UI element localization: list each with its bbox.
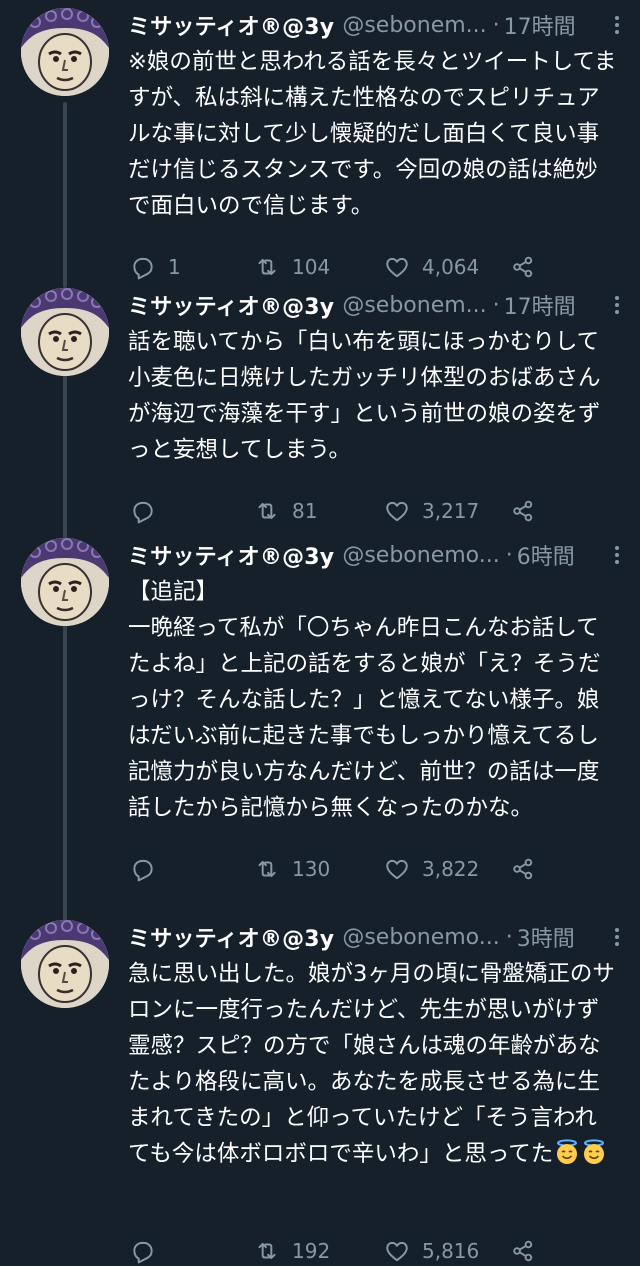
heart-icon (386, 1241, 408, 1262)
reply-icon (133, 859, 153, 882)
user-handle[interactable]: @sebonemo... (342, 543, 499, 568)
reply-button[interactable]: 1 (130, 252, 181, 282)
retweet-icon (258, 860, 276, 878)
tweet-header: ミサッティオ®@3y @sebonem... · 17時間 (128, 8, 628, 42)
heart-icon (386, 257, 408, 278)
reply-button[interactable] (130, 854, 168, 884)
avatar[interactable] (21, 538, 109, 626)
more-icon[interactable] (606, 544, 628, 566)
thread-line (63, 102, 67, 288)
retweet-count: 104 (292, 255, 331, 279)
thread-line (63, 604, 67, 922)
tweet-text: 【追記】 一晩経って私が「〇ちゃん昨日こんなお話してたよね」と上記の話をすると娘… (128, 574, 618, 826)
retweet-icon (258, 258, 276, 276)
like-button[interactable]: 3,217 (384, 496, 479, 526)
tweet-header: ミサッティオ®@3y @sebonemo... · 6時間 (128, 538, 628, 572)
display-name[interactable]: ミサッティオ®@3y (128, 539, 334, 571)
avatar[interactable] (21, 288, 109, 376)
share-icon (513, 1240, 533, 1262)
retweet-button[interactable]: 104 (254, 252, 330, 282)
tweet-header: ミサッティオ®@3y @sebonem... · 17時間 (128, 288, 628, 322)
retweet-button[interactable]: 130 (254, 854, 330, 884)
like-count: 5,816 (422, 1239, 480, 1263)
share-icon (513, 256, 533, 278)
thread-line (63, 352, 67, 540)
tweet-text: 急に思い出した。娘が3ヶ月の頃に骨盤矯正のサロンに一度行ったんだけど、先生が思い… (128, 956, 618, 1172)
tweet-actions: 130 3,822 (130, 854, 550, 884)
halo-smile-emoji-icon (557, 1139, 578, 1164)
separator-dot: · (505, 924, 513, 950)
share-button[interactable] (510, 252, 548, 282)
display-name[interactable]: ミサッティオ®@3y (128, 921, 334, 953)
retweet-button[interactable]: 81 (254, 496, 317, 526)
like-count: 3,822 (422, 857, 480, 881)
retweet-icon (258, 502, 276, 520)
user-handle[interactable]: @sebonem... (342, 293, 486, 318)
tweet-text-content: 話を聴いてから「白い布を頭にほっかむりして小麦色に日焼けしたガッチリ体型のおばあ… (128, 329, 601, 463)
like-button[interactable]: 3,822 (384, 854, 479, 884)
display-name[interactable]: ミサッティオ®@3y (128, 9, 334, 41)
avatar[interactable] (21, 8, 109, 96)
tweet-text: 話を聴いてから「白い布を頭にほっかむりして小麦色に日焼けしたガッチリ体型のおばあ… (128, 324, 618, 468)
separator-dot: · (492, 12, 500, 38)
tweet-actions: 1 104 4,064 (130, 252, 550, 282)
retweet-count: 81 (292, 499, 318, 523)
reply-button[interactable] (130, 496, 168, 526)
retweet-icon (258, 1242, 276, 1260)
separator-dot: · (505, 542, 513, 568)
user-handle[interactable]: @sebonemo... (342, 925, 499, 950)
user-handle[interactable]: @sebonem... (342, 13, 486, 38)
more-icon[interactable] (606, 926, 628, 948)
share-icon (513, 500, 533, 522)
reply-icon (133, 501, 153, 524)
reply-icon (133, 1241, 153, 1264)
more-icon[interactable] (606, 294, 628, 316)
tweet-text-content: 【追記】 一晩経って私が「〇ちゃん昨日こんなお話してたよね」と上記の話をすると娘… (128, 579, 601, 821)
retweet-count: 130 (292, 857, 331, 881)
heart-icon (386, 859, 408, 880)
heart-icon (386, 501, 408, 522)
reply-count: 1 (168, 255, 181, 279)
more-icon[interactable] (606, 14, 628, 36)
avatar[interactable] (21, 920, 109, 1008)
tweet-actions: 81 3,217 (130, 496, 550, 526)
share-icon (513, 858, 533, 880)
tweet-timestamp[interactable]: 17時間 (504, 9, 576, 41)
halo-smile-emoji-icon (584, 1139, 605, 1164)
like-count: 3,217 (422, 499, 480, 523)
retweet-count: 192 (292, 1239, 331, 1263)
share-button[interactable] (510, 496, 548, 526)
tweet-text: ※娘の前世と思われる話を長々とツイートしてますが、私は斜に構えた性格なのでスピリ… (128, 44, 618, 224)
like-button[interactable]: 4,064 (384, 252, 479, 282)
reply-icon (133, 257, 153, 280)
tweet-text-content: 急に思い出した。娘が3ヶ月の頃に骨盤矯正のサロンに一度行ったんだけど、先生が思い… (128, 961, 615, 1167)
like-count: 4,064 (422, 255, 480, 279)
tweet-text-content: ※娘の前世と思われる話を長々とツイートしてますが、私は斜に構えた性格なのでスピリ… (128, 49, 617, 219)
share-button[interactable] (510, 854, 548, 884)
tweet-header: ミサッティオ®@3y @sebonemo... · 3時間 (128, 920, 628, 954)
separator-dot: · (492, 292, 500, 318)
tweet-timestamp[interactable]: 17時間 (504, 289, 576, 321)
tweet-timestamp[interactable]: 6時間 (517, 539, 575, 571)
tweet-timestamp[interactable]: 3時間 (517, 921, 575, 953)
display-name[interactable]: ミサッティオ®@3y (128, 289, 334, 321)
